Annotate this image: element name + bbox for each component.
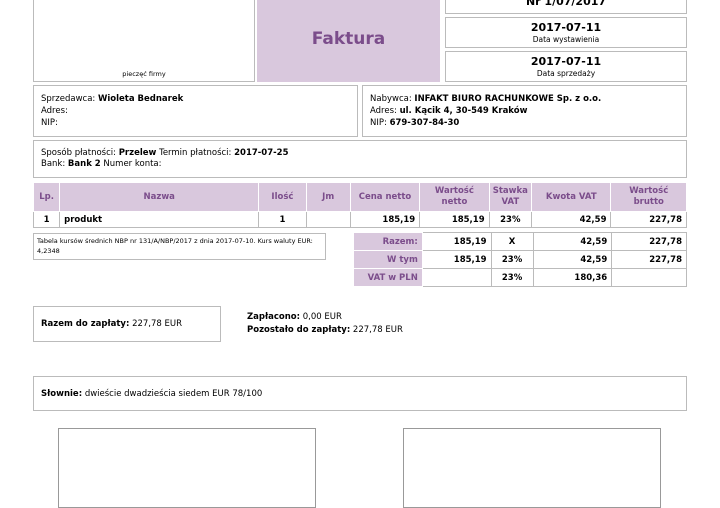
signature-box-receiver: [403, 428, 661, 508]
cell-vat-amount: 42,59: [531, 211, 612, 228]
buyer-address: ul. Kącik 4, 30-549 Kraków: [399, 106, 528, 116]
buyer-box: Nabywca: INFAKT BIURO RACHUNKOWE Sp. z o…: [362, 85, 687, 137]
cell-name: produkt: [59, 211, 260, 228]
words-label: Słownie:: [41, 388, 83, 399]
bank-label: Bank:: [41, 159, 66, 169]
invoice-number: Nr 1/07/2017: [445, 0, 687, 14]
seller-nip-label: NIP:: [41, 118, 58, 128]
summary-brutto: [611, 268, 687, 287]
payment-box: Sposób płatności: Przelew Termin płatnoś…: [33, 140, 687, 178]
cell-net-value: 185,19: [419, 211, 490, 228]
document-title: Faktura: [257, 0, 440, 82]
summary-brutto: 227,78: [611, 232, 687, 251]
cell-net-price: 185,19: [349, 211, 421, 228]
payment-status: Zapłacono: 0,00 EUR Pozostało do zapłaty…: [247, 311, 403, 337]
sale-date-box: 2017-07-11 Data sprzedaży: [445, 51, 687, 82]
total-to-pay-box: Razem do zapłaty: 227,78 EUR: [33, 306, 221, 342]
exchange-rate-note: Tabela kursów średnich NBP nr 131/A/NBP/…: [33, 233, 326, 260]
issue-date-box: 2017-07-11 Data wystawienia: [445, 17, 687, 48]
summary-table: Razem: 185,19 X 42,59 227,78 W tym 185,1…: [353, 232, 687, 287]
header-name: Nazwa: [59, 182, 260, 212]
cell-unit: [305, 211, 351, 228]
summary-vat: 42,59: [532, 232, 613, 251]
summary-vat-rate: X: [490, 232, 534, 251]
seller-address-label: Adres:: [41, 106, 68, 116]
cell-vat-rate: 23%: [488, 211, 533, 228]
header-vat-amount: Kwota VAT: [531, 182, 612, 212]
cell-qty: 1: [258, 211, 307, 228]
summary-vat-rate: 23%: [490, 268, 534, 287]
bank-name: Bank 2: [67, 159, 101, 169]
summary-vat: 42,59: [532, 250, 613, 269]
cell-gross-value: 227,78: [610, 211, 687, 228]
header-net-price: Cena netto: [349, 182, 421, 212]
summary-brutto: 227,78: [611, 250, 687, 269]
paid-label: Zapłacono:: [247, 312, 301, 322]
summary-label: Razem:: [353, 232, 423, 251]
payment-due-label: Termin płatności:: [159, 148, 232, 158]
header-vat-rate: Stawka VAT: [488, 182, 533, 212]
seller-box: Sprzedawca: Wioleta Bednarek Adres: NIP:: [33, 85, 358, 137]
summary-vat-rate: 23%: [490, 250, 534, 269]
header-lp: Lp.: [32, 182, 61, 212]
buyer-nip: 679-307-84-30: [389, 118, 460, 128]
signature-box-issuer: [58, 428, 316, 508]
header-qty: Ilość: [258, 182, 307, 212]
summary-row: W tym 185,19 23% 42,59 227,78: [353, 250, 687, 269]
header-unit: Jm: [305, 182, 351, 212]
payment-due: 2017-07-25: [234, 148, 289, 158]
to-pay-value: 227,78 EUR: [132, 319, 183, 329]
summary-netto: 185,19: [421, 232, 492, 251]
summary-label: VAT w PLN: [353, 268, 423, 287]
words-value: dwieście dwadzieścia siedem EUR 78/100: [84, 388, 263, 399]
remaining-label: Pozostało do zapłaty:: [247, 325, 351, 335]
issue-date: 2017-07-11: [530, 21, 602, 34]
payment-method-label: Sposób płatności:: [41, 148, 116, 158]
stamp-caption: pieczęć firmy: [122, 70, 166, 78]
buyer-nip-label: NIP:: [370, 118, 387, 128]
summary-netto: [421, 268, 492, 287]
summary-netto: 185,19: [421, 250, 492, 269]
cell-lp: 1: [32, 211, 61, 228]
summary-row: VAT w PLN 23% 180,36: [353, 268, 687, 287]
issue-date-caption: Data wystawienia: [532, 35, 600, 44]
header-gross-value: Wartość brutto: [610, 182, 687, 212]
remaining-value: 227,78 EUR: [352, 325, 403, 335]
sale-date: 2017-07-11: [530, 55, 602, 68]
summary-label: W tym: [353, 250, 423, 269]
paid-value: 0,00 EUR: [302, 312, 342, 322]
summary-row: Razem: 185,19 X 42,59 227,78: [353, 232, 687, 251]
amount-in-words-box: Słownie: dwieście dwadzieścia siedem EUR…: [33, 376, 687, 411]
seller-name: Wioleta Bednarek: [97, 94, 184, 104]
buyer-label: Nabywca:: [370, 94, 412, 104]
to-pay-label: Razem do zapłaty:: [41, 319, 130, 329]
sale-date-caption: Data sprzedaży: [536, 69, 596, 78]
seller-label: Sprzedawca:: [41, 94, 96, 104]
table-row: 1 produkt 1 185,19 185,19 23% 42,59 227,…: [32, 211, 687, 228]
items-table: Lp. Nazwa Ilość Jm Cena netto Wartość ne…: [32, 182, 687, 228]
summary-vat: 180,36: [532, 268, 613, 287]
payment-method: Przelew: [118, 148, 157, 158]
header-net-value: Wartość netto: [419, 182, 490, 212]
buyer-name: INFAKT BIURO RACHUNKOWE Sp. z o.o.: [414, 94, 602, 104]
company-stamp-box: pieczęć firmy: [33, 0, 255, 82]
buyer-address-label: Adres:: [370, 106, 397, 116]
items-header-row: Lp. Nazwa Ilość Jm Cena netto Wartość ne…: [32, 182, 687, 212]
account-label: Numer konta:: [103, 159, 162, 169]
